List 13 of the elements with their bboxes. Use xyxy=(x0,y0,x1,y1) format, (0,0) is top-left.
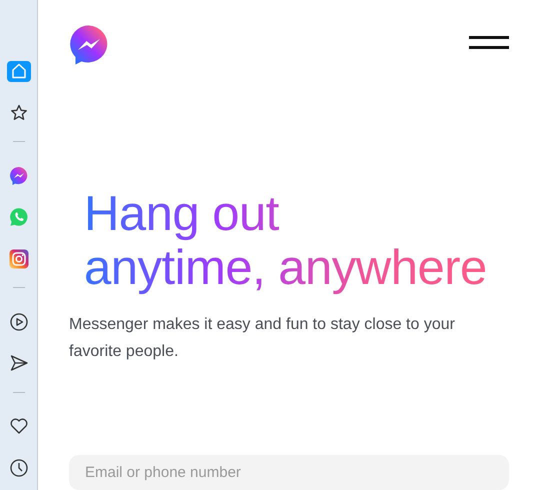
heart-icon xyxy=(8,416,28,436)
sidebar-button[interactable] xyxy=(6,248,30,270)
send-icon xyxy=(8,353,28,374)
chat-bubble-icon xyxy=(8,166,28,186)
play-icon xyxy=(8,312,28,332)
chat-bubble-logo[interactable] xyxy=(69,25,109,65)
clock-icon xyxy=(8,458,28,478)
description: Messenger makes it easy and fun to stay close to your favorite people. xyxy=(69,315,456,362)
phone-bubble-icon xyxy=(8,207,28,228)
menu-button[interactable] xyxy=(469,35,509,51)
email-field[interactable]: Email or phone number xyxy=(69,455,509,490)
camera-icon xyxy=(8,249,28,270)
star-icon xyxy=(8,103,28,123)
